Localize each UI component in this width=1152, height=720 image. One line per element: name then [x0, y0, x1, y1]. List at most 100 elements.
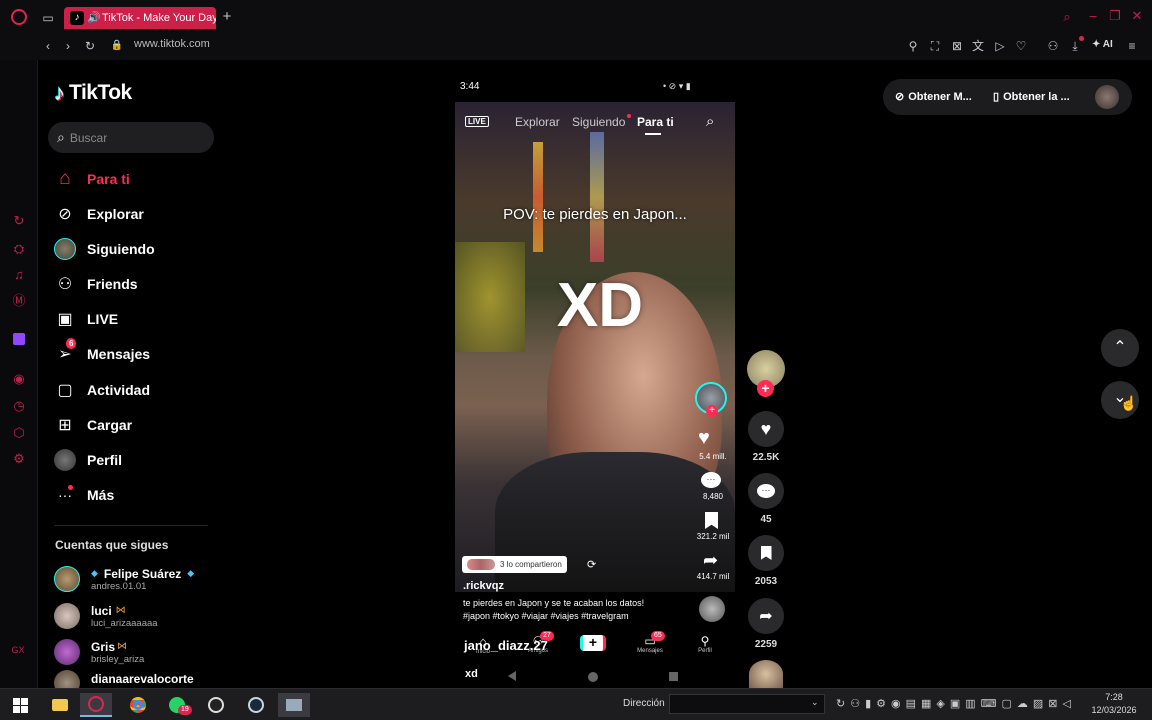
get-coins-button[interactable]: ⊘ Obtener M...	[895, 90, 972, 104]
nav-perfil[interactable]: Perfil	[54, 447, 122, 473]
whatsapp-icon[interactable]: 19	[161, 693, 193, 717]
phone-comment-icon[interactable]: ···	[701, 472, 721, 488]
tab-tiktok[interactable]: ♪ 🔊 TikTok - Make Your Day	[64, 7, 216, 29]
phone-nav-perfil[interactable]: ⚲ Perfil	[691, 634, 719, 654]
reload-icon[interactable]: ↻	[83, 39, 97, 53]
obs-icon[interactable]	[200, 693, 232, 717]
account-item[interactable]: Gris ⋈ brisley_ariza	[54, 636, 144, 668]
bookmark-icon[interactable]	[748, 535, 784, 571]
ai-button[interactable]: ✦ AI	[1092, 39, 1113, 50]
search-box[interactable]: ⌕ Buscar	[48, 122, 214, 153]
nav-live[interactable]: ▣ LIVE	[54, 306, 118, 332]
close-icon[interactable]: ✕	[1130, 9, 1144, 23]
search-tabs-icon[interactable]: ⌕	[1060, 10, 1074, 24]
like-action[interactable]: ♥ 22.5K	[740, 411, 792, 463]
steam-icon[interactable]	[240, 693, 272, 717]
url-field[interactable]: www.tiktok.com	[134, 38, 210, 50]
get-app-button[interactable]: ▯ Obtener la ...	[993, 90, 1070, 104]
repost-icon[interactable]: ⟳	[587, 558, 596, 571]
account-item[interactable]: dianaarevalocorte	[54, 670, 194, 688]
phone-tab-para-ti[interactable]: Para ti	[637, 115, 674, 129]
share-icon[interactable]: ➦	[748, 598, 784, 634]
back-icon[interactable]: ‹	[41, 39, 55, 53]
android-back-icon[interactable]	[508, 671, 516, 681]
heart-icon[interactable]: ♥	[748, 411, 784, 447]
nav-para-ti[interactable]: ⌂ Para ti	[54, 166, 130, 192]
heart-icon[interactable]: ♡	[1014, 39, 1028, 53]
android-recents-icon[interactable]	[669, 672, 678, 681]
butterfly-icon: ⋈	[117, 641, 128, 652]
follow-button[interactable]: +	[757, 380, 774, 397]
extensions-icon[interactable]: ⬡	[12, 426, 26, 440]
phone-frame: 3:44 • ⊘ ▾ ▮ LIVE Explorar Siguiendo Par…	[455, 72, 735, 688]
start-button[interactable]	[4, 693, 36, 717]
gx-icon[interactable]: GX	[11, 643, 25, 657]
phone-hashtags[interactable]: #japon #tokyo #viajar #viajes #travelgra…	[463, 611, 629, 621]
nav-siguiendo[interactable]: Siguiendo	[54, 236, 155, 262]
phone-share-icon[interactable]: ➦	[703, 550, 718, 571]
history-icon[interactable]: ◷	[12, 399, 26, 413]
user-avatar[interactable]	[1095, 85, 1119, 109]
minimize-icon[interactable]: –	[1086, 9, 1100, 23]
menu-icon[interactable]: ≡	[1125, 39, 1139, 53]
opera-logo-icon[interactable]	[11, 9, 27, 25]
address-toolbar-input[interactable]	[669, 694, 825, 714]
gx-corner-icon[interactable]: ⛭	[12, 242, 26, 256]
nav-explorar[interactable]: ⊘ Explorar	[54, 201, 144, 227]
follow-plus-icon[interactable]: +	[706, 405, 718, 417]
account-icon[interactable]: ⚇	[1046, 39, 1060, 53]
share-action[interactable]: ➦ 2259	[740, 598, 792, 650]
aria-icon[interactable]: ↻	[12, 214, 26, 228]
speaker-icon[interactable]: 🔊	[87, 7, 101, 29]
live-button[interactable]: LIVE	[465, 116, 489, 127]
address-dropdown-icon[interactable]: ⌄	[811, 697, 819, 708]
play-icon[interactable]: ▷	[993, 39, 1007, 53]
forward-icon[interactable]: ›	[61, 39, 75, 53]
restore-icon[interactable]: ❐	[1108, 9, 1122, 23]
music-icon[interactable]: ♫	[12, 268, 26, 282]
overlay-username: jano_diazz.27	[464, 638, 548, 653]
chrome-icon[interactable]	[122, 693, 154, 717]
account-item[interactable]: luci ⋈ luci_arizaaaaaa	[54, 600, 158, 632]
tray-icons[interactable]: ↻⚇▮⚙◉▤▦◈▣▥⌨▢☁▨⊠◁	[836, 697, 1076, 710]
twitch-icon[interactable]	[13, 333, 25, 345]
video-player[interactable]: LIVE Explorar Siguiendo Para ti ⌕ POV: t…	[455, 102, 735, 592]
shield-icon[interactable]: ⊠	[950, 39, 964, 53]
opera-gx-taskbar-icon[interactable]	[80, 693, 112, 717]
player-icon[interactable]: ◉	[12, 372, 26, 386]
phone-nav-mensajes[interactable]: ▭ 65 Mensajes	[633, 631, 667, 654]
translate-icon[interactable]: 文	[971, 39, 985, 53]
clock-time: 7:28	[1105, 692, 1123, 702]
nav-friends[interactable]: ⚇ Friends	[54, 271, 138, 297]
previous-video-button[interactable]: ⌃	[1101, 329, 1139, 367]
shared-pill[interactable]: 3 lo compartieron	[462, 556, 567, 573]
snapshot-icon[interactable]: ⛶	[928, 39, 942, 53]
rdp-icon[interactable]	[278, 693, 310, 717]
nav-cargar[interactable]: ⊞ Cargar	[54, 412, 132, 438]
phone-tab-siguiendo[interactable]: Siguiendo	[572, 115, 625, 129]
tiktok-logo[interactable]: ♪ TikTok	[54, 80, 132, 106]
android-home-icon[interactable]	[588, 672, 598, 682]
comment-action[interactable]: ··· 45	[740, 473, 792, 525]
pin-icon[interactable]: ⚲	[906, 39, 920, 53]
messenger-icon[interactable]: Ⓜ	[12, 294, 26, 308]
save-action[interactable]: 2053	[740, 535, 792, 587]
phone-tab-explorar[interactable]: Explorar	[515, 115, 560, 129]
phone-like-icon[interactable]: ♥	[698, 427, 710, 450]
phone-author-name[interactable]: .rickvqz	[463, 580, 504, 592]
file-explorer-icon[interactable]	[44, 693, 76, 717]
music-avatar[interactable]	[749, 660, 783, 688]
account-item[interactable]: ◆ Felipe Suárez ◆ andres.01.01	[54, 563, 194, 595]
tab-manager-icon[interactable]: ▭	[41, 11, 55, 25]
tray-clock[interactable]: 7:28 12/03/2026	[1086, 692, 1142, 715]
nav-mas[interactable]: ··· Más	[54, 482, 114, 508]
music-disc-avatar[interactable]	[699, 596, 725, 622]
settings-icon[interactable]: ⚙	[12, 452, 26, 466]
phone-search-icon[interactable]: ⌕	[706, 113, 714, 130]
nav-mensajes[interactable]: ➢ 6 Mensajes	[54, 338, 150, 367]
new-tab-icon[interactable]: +	[220, 9, 234, 24]
comment-icon[interactable]: ···	[748, 473, 784, 509]
nav-actividad[interactable]: ▢ Actividad	[54, 377, 150, 403]
download-icon[interactable]: ⤓	[1068, 39, 1082, 53]
phone-create-button[interactable]: +	[580, 635, 606, 651]
